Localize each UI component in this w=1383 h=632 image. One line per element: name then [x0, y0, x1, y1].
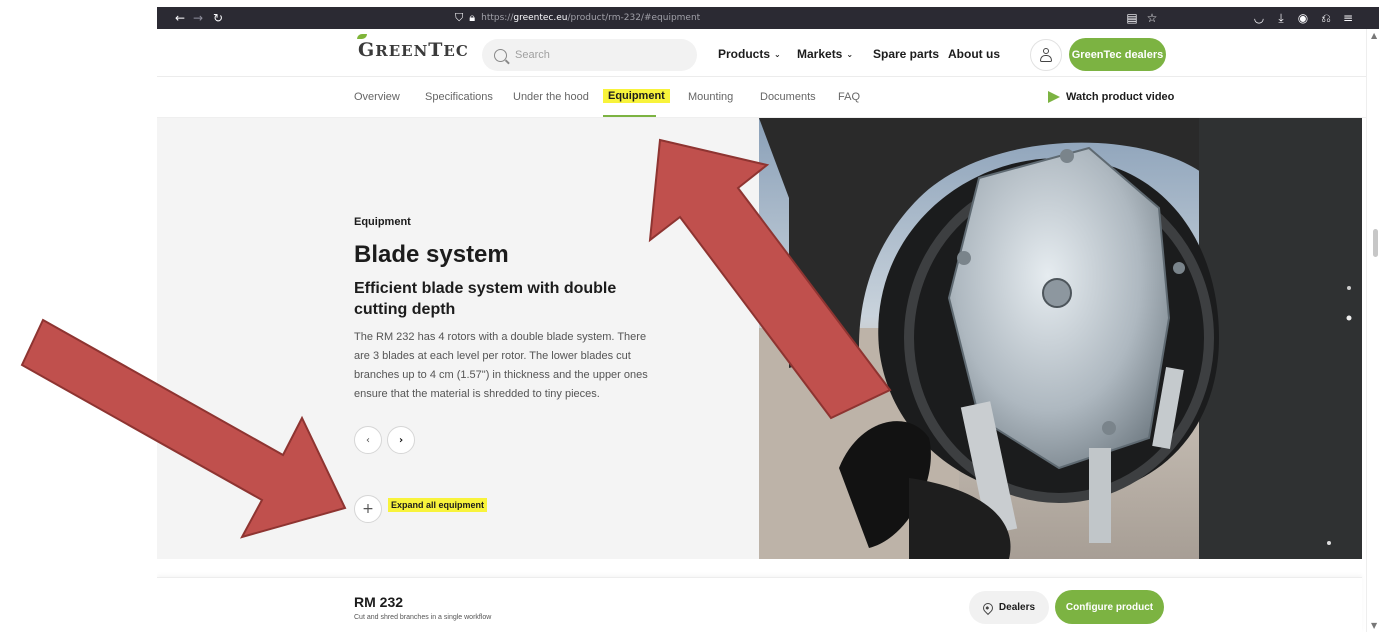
blade-system-photo [759, 118, 1362, 559]
extensions-icon[interactable]: ⎌ [1317, 7, 1335, 29]
search-icon [494, 48, 507, 62]
greentec-logo[interactable]: GREENTEC [358, 39, 469, 61]
feature-description: The RM 232 has 4 rotors with a double bl… [354, 331, 648, 400]
product-model: RM 232 [354, 594, 404, 610]
equipment-section: Equipment Blade system Efficient blade s… [157, 118, 1362, 559]
dealers-button[interactable]: Dealers [969, 591, 1049, 624]
back-icon[interactable]: ← [171, 7, 189, 29]
feature-title: Blade system [354, 241, 509, 268]
tab-mounting[interactable]: Mounting [688, 91, 733, 103]
browser-toolbar: ← → ↻ ⛉ 🔒︎ https://greentec.eu/product/r… [157, 7, 1379, 29]
nav-markets[interactable]: Markets ⌄ [797, 47, 853, 61]
next-slide-button[interactable]: › [387, 426, 415, 454]
blade-rotor-illustration [759, 118, 1362, 559]
active-tab-indicator [603, 115, 656, 117]
pocket-icon[interactable]: ◡ [1250, 7, 1268, 29]
download-icon[interactable]: ⤓ [1272, 7, 1290, 29]
nav-products-label: Products [718, 47, 771, 61]
chevron-down-icon: ⌄ [846, 49, 854, 59]
reload-icon[interactable]: ↻ [209, 7, 227, 29]
page-scrollbar[interactable]: ▲ ▼ [1366, 29, 1383, 632]
web-page: GREENTEC Products⌄ Markets⌄ Spare parts … [157, 29, 1379, 632]
configure-product-button[interactable]: Configure product [1055, 590, 1164, 624]
url-prefix: https:// [481, 13, 514, 23]
product-sticky-bar: RM 232 Cut and shred branches in a singl… [157, 577, 1362, 632]
nav-markets-label: Markets [797, 47, 843, 61]
forward-icon[interactable]: → [189, 7, 207, 29]
watch-video-link[interactable]: Watch product video [1048, 91, 1174, 103]
chevron-right-icon: › [398, 434, 404, 446]
tab-faq[interactable]: FAQ [838, 91, 860, 103]
tab-overview[interactable]: Overview [354, 91, 400, 103]
tab-equipment[interactable]: Equipment [603, 89, 670, 103]
expand-all-button[interactable]: + [354, 495, 382, 523]
location-pin-icon [980, 600, 995, 615]
dealers-label: Dealers [998, 602, 1036, 613]
scroll-up-icon[interactable]: ▲ [1371, 31, 1377, 40]
url-host: greentec.eu [513, 13, 568, 23]
tab-documents[interactable]: Documents [760, 91, 816, 103]
chevron-down-icon: ⌄ [774, 49, 781, 59]
product-subnav: Overview Specifications Under the hood E… [157, 78, 1379, 118]
nav-about-us-label: About us [948, 47, 1000, 61]
user-account-button[interactable] [1030, 39, 1062, 71]
nav-spare-parts[interactable]: Spare parts [873, 47, 939, 61]
tab-under-the-hood[interactable]: Under the hood [513, 91, 589, 103]
menu-icon[interactable]: ≡ [1339, 7, 1357, 29]
search-box[interactable] [482, 39, 697, 71]
url-path: /product/rm-232/#equipment [567, 13, 701, 23]
nav-products[interactable]: Products ⌄ [718, 47, 781, 61]
feature-subtitle: Efficient blade system with double cutti… [354, 280, 617, 318]
tab-specifications[interactable]: Specifications [425, 91, 493, 103]
shield-icon: ⛉ [455, 11, 464, 24]
chevron-left-icon: ‹ [366, 434, 370, 446]
lock-icon: 🔒︎ [469, 11, 476, 24]
account-icon[interactable]: ◉ [1294, 7, 1312, 29]
product-tagline: Cut and shred branches in a single workf… [354, 614, 492, 621]
address-bar[interactable]: ⛉ 🔒︎ https://greentec.eu/product/rm-232/… [455, 11, 700, 25]
watch-video-label: Watch product video [1066, 91, 1175, 103]
greentec-dealers-button[interactable]: GreenTec dealers [1069, 38, 1166, 71]
expand-all-label[interactable]: Expand all equipment [388, 498, 488, 512]
plus-icon: + [362, 501, 374, 517]
section-eyebrow: Equipment [354, 216, 411, 228]
nav-spare-parts-label: Spare parts [873, 47, 940, 61]
play-icon [1048, 91, 1060, 103]
reader-view-icon[interactable]: ▤ [1123, 7, 1141, 29]
user-icon [1039, 48, 1053, 62]
search-input[interactable] [515, 49, 675, 61]
nav-about-us[interactable]: About us [948, 47, 1000, 61]
scroll-down-icon[interactable]: ▼ [1371, 621, 1377, 630]
scrollbar-thumb[interactable] [1373, 229, 1378, 257]
site-header: GREENTEC Products⌄ Markets⌄ Spare parts … [157, 29, 1379, 77]
prev-slide-button[interactable]: ‹ [354, 426, 382, 454]
bookmark-star-icon[interactable]: ☆ [1143, 7, 1161, 29]
